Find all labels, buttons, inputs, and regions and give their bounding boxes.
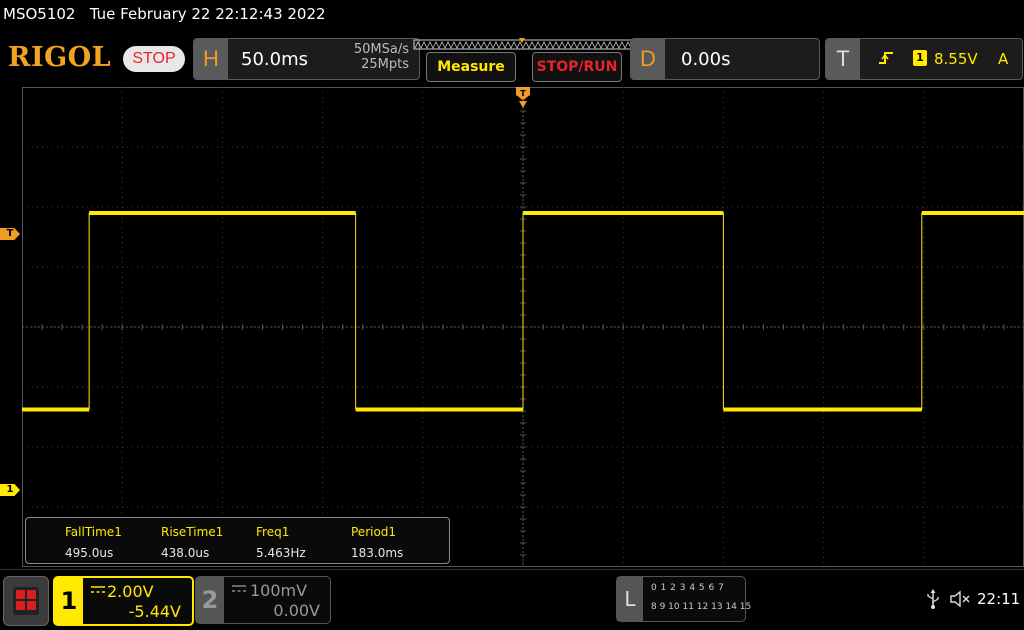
measure-header: FallTime1 [65, 525, 122, 539]
grid-menu-icon [13, 587, 39, 615]
system-clock: 22:11 [977, 590, 1021, 608]
measure-header: RiseTime1 [161, 525, 224, 539]
delay-key[interactable]: D [631, 39, 665, 79]
ch2-number: 2 [196, 577, 224, 623]
measure-header: Freq1 [256, 525, 290, 539]
measure-header: Period1 [351, 525, 397, 539]
memory-position-bar[interactable] [413, 37, 635, 51]
memory-depth: 25Mpts [361, 57, 409, 72]
ch1-ground-marker[interactable]: 1 [0, 484, 20, 496]
ch1-number: 1 [55, 578, 83, 624]
dc-coupling-icon [91, 586, 105, 593]
digital-channels-row: 0 1 2 3 4 5 6 7 [651, 583, 725, 593]
menu-button[interactable] [3, 576, 49, 626]
logic-analyzer-panel[interactable]: L 0 1 2 3 4 5 6 7 8 9 10 11 12 13 14 15 [616, 576, 751, 622]
digital-channels-row: 8 9 10 11 12 13 14 15 [651, 602, 752, 612]
trigger-panel[interactable]: T 1 8.55V A [825, 38, 1023, 80]
ch2-offset: 0.00V [273, 601, 320, 620]
measure-value: 183.0ms [351, 546, 404, 560]
ch1-scale: 2.00V [107, 582, 154, 601]
measurement-table[interactable]: FallTime1 RiseTime1 Freq1 Period1 495.0u… [25, 517, 450, 564]
measure-value: 495.0us [65, 546, 114, 560]
trigger-source-badge: 1 [913, 50, 927, 66]
delay-panel[interactable]: D 0.00s [630, 38, 820, 80]
sample-rate: 50MSa/s [353, 42, 409, 57]
horizontal-trigger-label: T [520, 89, 526, 98]
run-state-badge[interactable]: STOP [123, 46, 185, 72]
trigger-level-marker[interactable]: T [0, 228, 20, 240]
ch1-panel[interactable]: 1 2.00V -5.44V [53, 576, 194, 626]
measure-button[interactable]: Measure [426, 52, 516, 82]
ch1-edges [88, 213, 923, 410]
status-line: MSO5102 Tue February 22 22:12:43 2022 [3, 5, 326, 23]
usb-icon [927, 589, 939, 609]
measure-value: 438.0us [161, 546, 210, 560]
model-name: MSO5102 [3, 5, 76, 23]
divider [0, 569, 1024, 570]
measure-value: 5.463Hz [256, 546, 306, 560]
ch2-panel[interactable]: 2 100mV 0.00V [195, 576, 331, 624]
trigger-level: 8.55V [934, 50, 978, 68]
timebase-value: 50.0ms [241, 49, 308, 70]
date-time: Tue February 22 22:12:43 2022 [89, 5, 326, 23]
dc-coupling-icon [232, 585, 246, 592]
delay-value: 0.00s [681, 49, 731, 70]
horizontal-panel[interactable]: H 50.0ms 50MSa/s 25Mpts [193, 38, 420, 80]
stop-run-button[interactable]: STOP/RUN [532, 52, 622, 82]
trigger-mode: A [998, 50, 1009, 68]
rising-edge-icon [879, 52, 893, 64]
waveform-display[interactable] [22, 87, 1024, 567]
speaker-muted-icon[interactable] [950, 590, 972, 608]
ch1-offset: -5.44V [128, 602, 181, 621]
rigol-logo: RIGOL [8, 42, 112, 73]
horizontal-trigger-marker[interactable]: T [516, 87, 530, 109]
trigger-key[interactable]: T [826, 39, 860, 79]
logic-analyzer-key[interactable]: L [617, 577, 643, 621]
horizontal-key[interactable]: H [194, 39, 228, 79]
ch2-scale: 100mV [250, 581, 308, 600]
acquisition-info: 50MSa/s 25Mpts [319, 42, 409, 72]
